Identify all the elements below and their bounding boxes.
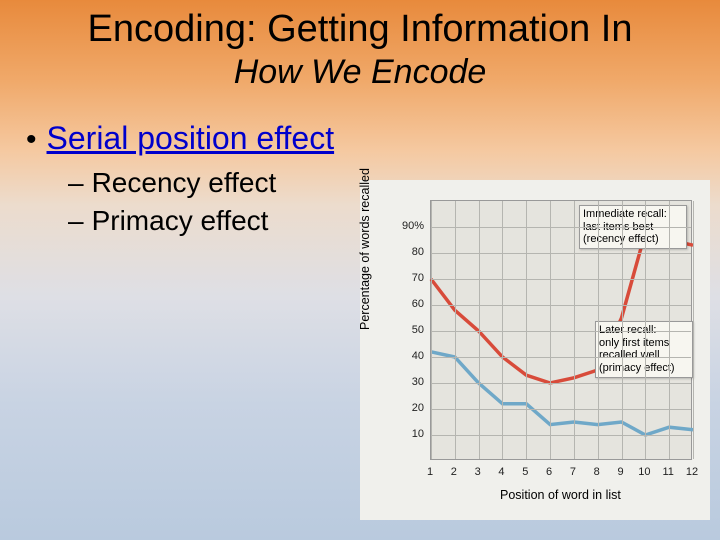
x-tick-label: 9	[617, 466, 623, 478]
x-tick-label: 2	[451, 466, 457, 478]
gridline-v	[479, 201, 480, 459]
sub-bullet-item: – Recency effect	[68, 167, 334, 199]
y-tick-label: 50	[412, 324, 424, 336]
x-tick-label: 6	[546, 466, 552, 478]
gridline-v	[645, 201, 646, 459]
sub-bullet-item: – Primacy effect	[68, 205, 334, 237]
gridline-v	[622, 201, 623, 459]
y-tick-label: 70	[412, 272, 424, 284]
x-tick-label: 10	[638, 466, 650, 478]
y-tick-label: 90%	[402, 220, 424, 232]
gridline-h	[431, 279, 691, 280]
x-tick-label: 5	[522, 466, 528, 478]
gridline-h	[431, 253, 691, 254]
bullet-list: • Serial position effect – Recency effec…	[20, 120, 334, 243]
bullet-item: • Serial position effect	[20, 120, 334, 157]
sub-bullet-text: Primacy effect	[92, 205, 269, 237]
x-tick-label: 11	[662, 466, 673, 478]
gridline-v	[455, 201, 456, 459]
slide-title: Encoding: Getting Information In	[0, 0, 720, 51]
x-tick-label: 12	[686, 466, 698, 478]
gridline-v	[574, 201, 575, 459]
y-tick-label: 80	[412, 246, 424, 258]
gridline-h	[431, 305, 691, 306]
x-tick-label: 7	[570, 466, 576, 478]
sub-bullet-text: Recency effect	[92, 167, 277, 199]
annotation-line: only first items	[599, 337, 689, 350]
gridline-h	[431, 227, 691, 228]
gridline-v	[693, 201, 694, 459]
annotation-primacy: Later recall: only first items recalled …	[595, 321, 693, 378]
gridline-v	[431, 201, 432, 459]
plot-area: Immediate recall: last items best (recen…	[430, 200, 692, 460]
y-axis-label: Percentage of words recalled	[358, 168, 372, 330]
gridline-v	[502, 201, 503, 459]
dash-marker: –	[68, 205, 84, 237]
dash-marker: –	[68, 167, 84, 199]
gridline-v	[598, 201, 599, 459]
annotation-line: (primacy effect)	[599, 362, 689, 375]
x-axis-label: Position of word in list	[500, 488, 621, 502]
gridline-h	[431, 409, 691, 410]
x-tick-label: 4	[498, 466, 504, 478]
x-tick-label: 1	[427, 466, 433, 478]
y-tick-label: 40	[412, 350, 424, 362]
serial-position-chart: Percentage of words recalled Position of…	[360, 180, 710, 520]
y-tick-label: 10	[412, 428, 424, 440]
x-tick-label: 3	[475, 466, 481, 478]
gridline-h	[431, 383, 691, 384]
bullet-marker: •	[26, 123, 37, 157]
slide-subtitle: How We Encode	[0, 53, 720, 92]
annotation-line: recalled well	[599, 349, 689, 362]
y-tick-label: 60	[412, 298, 424, 310]
gridline-h	[431, 331, 691, 332]
gridline-v	[550, 201, 551, 459]
gridline-v	[669, 201, 670, 459]
gridline-v	[526, 201, 527, 459]
bullet-link-text: Serial position effect	[47, 120, 335, 157]
y-tick-label: 30	[412, 376, 424, 388]
gridline-h	[431, 357, 691, 358]
x-tick-label: 8	[594, 466, 600, 478]
y-tick-label: 20	[412, 402, 424, 414]
gridline-h	[431, 435, 691, 436]
